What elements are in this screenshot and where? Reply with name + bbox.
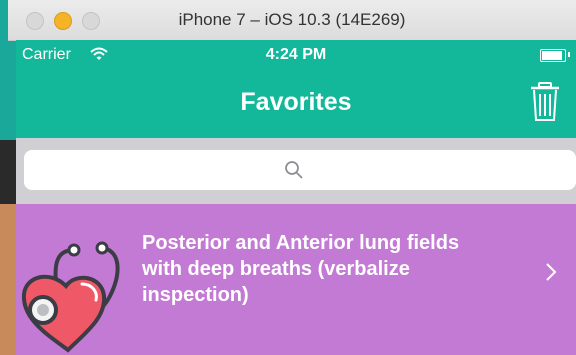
simulator-titlebar: iPhone 7 – iOS 10.3 (14E269) (8, 0, 576, 41)
phone-screen: Carrier 4:24 PM Favorites Posterior and … (16, 40, 576, 355)
trash-button[interactable] (528, 80, 562, 124)
heart-stethoscope-icon (21, 241, 120, 353)
status-time: 4:24 PM (265, 46, 327, 63)
status-bar: Carrier 4:24 PM (16, 40, 576, 72)
nav-title: Favorites (240, 88, 352, 116)
desktop-bg-segment (0, 140, 16, 204)
battery-icon (540, 49, 566, 62)
chevron-right-icon (546, 263, 557, 281)
desktop-bg-segment (0, 204, 16, 355)
desktop-background (0, 0, 16, 355)
navigation-bar: Favorites (16, 72, 576, 138)
search-input[interactable] (24, 150, 576, 190)
search-icon (285, 161, 303, 179)
favorite-item-label: Posterior and Anterior lung fields with … (142, 232, 460, 306)
favorite-list-item[interactable]: Posterior and Anterior lung fields with … (16, 204, 576, 355)
trash-icon (531, 82, 559, 121)
search-bar (16, 138, 576, 204)
battery-tip (568, 52, 570, 57)
battery-level (542, 51, 562, 60)
window-title: iPhone 7 – iOS 10.3 (14E269) (178, 10, 406, 29)
